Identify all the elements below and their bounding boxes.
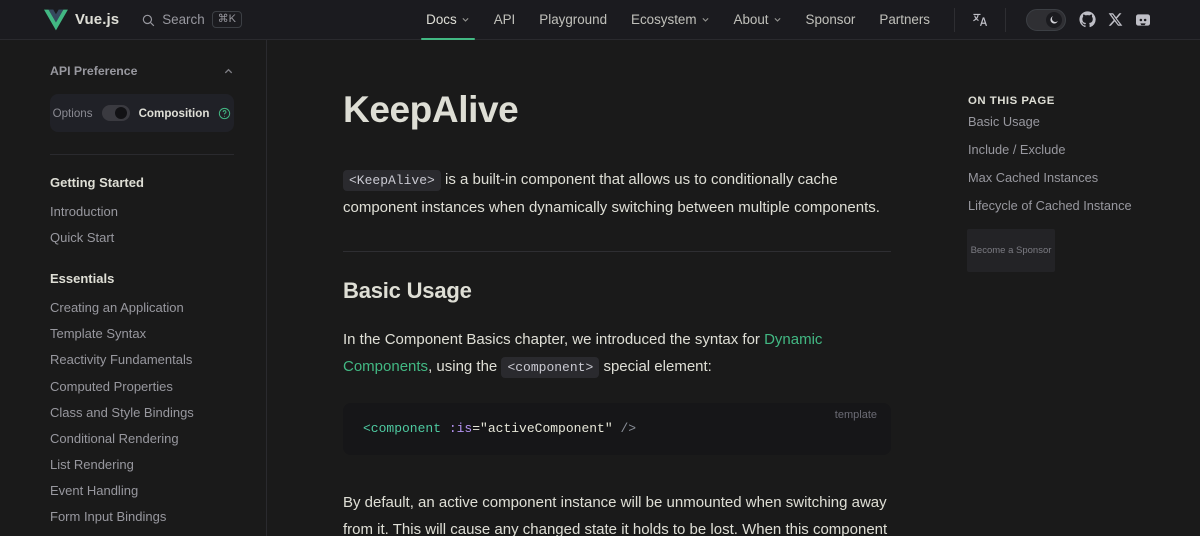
basic-usage-paragraph: In the Component Basics chapter, we intr…: [343, 326, 891, 381]
nav-item-api-label: API: [493, 12, 516, 27]
sidebar-item-creating-an-application[interactable]: Creating an Application: [50, 294, 234, 320]
sidebar-item-template-syntax[interactable]: Template Syntax: [50, 321, 234, 347]
outline-link-lifecycle-of-cached-instance[interactable]: Lifecycle of Cached Instance: [967, 191, 1200, 219]
become-a-sponsor-label: Become a Sponsor: [970, 245, 1052, 256]
nav-item-docs[interactable]: Docs: [414, 0, 482, 40]
top-navbar: Vue.js Search ⌘K Docs API Playground Eco…: [0, 0, 1200, 40]
github-link[interactable]: [1074, 7, 1100, 33]
code-token-punctuation: />: [612, 421, 637, 437]
search-button[interactable]: Search ⌘K: [141, 11, 243, 28]
default-behavior-paragraph: By default, an active component instance…: [343, 494, 888, 536]
github-icon: [1078, 11, 1096, 28]
code-token-string: ="activeComponent": [472, 421, 613, 437]
search-icon: [142, 14, 155, 26]
nav-item-about-label: About: [733, 12, 769, 27]
api-preference-switch[interactable]: [101, 105, 130, 121]
code-block-language: template: [834, 409, 877, 422]
become-a-sponsor-banner[interactable]: Become a Sponsor: [967, 229, 1055, 272]
inline-code-component: <component>: [501, 357, 600, 379]
sidebar: API Preference Options Composition Getti…: [0, 40, 267, 536]
main-content: KeepAlive <KeepAlive> is a built-in comp…: [267, 40, 967, 536]
code-block: template <component :is="activeComponent…: [343, 403, 891, 456]
sidebar-item-reactivity-fundamentals[interactable]: Reactivity Fundamentals: [50, 347, 234, 373]
search-label: Search: [162, 12, 205, 27]
para-text-tail: special element:: [599, 358, 712, 376]
nav-item-partners-label: Partners: [879, 12, 930, 27]
sidebar-item-introduction[interactable]: Introduction: [50, 198, 234, 224]
brand-name: Vue.js: [75, 11, 120, 28]
nav-item-ecosystem-label: Ecosystem: [631, 12, 697, 27]
chevron-down-icon: [462, 17, 469, 22]
sidebar-item-list-rendering[interactable]: List Rendering: [50, 452, 234, 478]
page-title: KeepAlive: [343, 89, 519, 130]
nav-item-ecosystem[interactable]: Ecosystem: [619, 0, 721, 40]
intro-paragraph: <KeepAlive> is a built-in component that…: [343, 166, 891, 221]
api-preference-header[interactable]: API Preference: [50, 64, 234, 82]
api-preference-switch-knob: [114, 107, 127, 119]
x-twitter-icon: [1108, 13, 1122, 26]
nav-item-partners[interactable]: Partners: [867, 0, 942, 40]
nav-item-sponsor-label: Sponsor: [805, 12, 856, 27]
dark-mode-toggle[interactable]: [1026, 8, 1066, 31]
discord-link[interactable]: [1130, 7, 1156, 33]
on-this-page-outline: ON THIS PAGE Basic Usage Include / Exclu…: [967, 40, 1200, 536]
x-twitter-link[interactable]: [1102, 7, 1128, 33]
navbar-divider-right: [1005, 7, 1006, 32]
para-text-before-link: In the Component Basics chapter, we intr…: [343, 331, 765, 349]
translate-icon: [972, 13, 987, 26]
sidebar-group-title: Getting Started: [50, 175, 144, 190]
section-divider: [343, 251, 891, 253]
navbar-divider-left: [954, 7, 955, 32]
navbar-left: Vue.js Search ⌘K: [0, 8, 243, 32]
inline-code-keepalive: <KeepAlive>: [343, 170, 441, 192]
sidebar-item-class-and-style-bindings[interactable]: Class and Style Bindings: [50, 399, 234, 425]
outline-link-basic-usage[interactable]: Basic Usage: [967, 107, 1200, 135]
outline-link-max-cached-instances[interactable]: Max Cached Instances: [967, 163, 1200, 191]
sidebar-item-event-handling[interactable]: Event Handling: [50, 478, 234, 504]
question-circle-icon[interactable]: [218, 107, 231, 120]
para-text-after-link: , using the: [428, 358, 502, 376]
code-token-tag: <component: [363, 421, 442, 437]
vue-logo-icon: [44, 9, 68, 30]
sidebar-divider: [50, 154, 234, 155]
discord-icon: [1136, 13, 1150, 26]
sidebar-item-lifecycle-hooks[interactable]: Lifecycle Hooks: [50, 530, 234, 536]
api-preference-title: API Preference: [50, 64, 138, 78]
api-preference-composition-label: Composition: [138, 106, 210, 120]
sidebar-item-conditional-rendering[interactable]: Conditional Rendering: [50, 425, 234, 451]
nav-item-playground[interactable]: Playground: [527, 0, 619, 40]
api-preference-options-label: Options: [52, 106, 93, 120]
moon-icon: [1050, 15, 1058, 24]
sidebar-item-quick-start[interactable]: Quick Start: [50, 224, 234, 250]
nav-item-about[interactable]: About: [722, 0, 794, 40]
translate-button[interactable]: [967, 7, 993, 33]
navbar-menu: Docs API Playground Ecosystem About Spon…: [414, 0, 1200, 40]
nav-item-playground-label: Playground: [539, 12, 608, 27]
sidebar-item-computed-properties[interactable]: Computed Properties: [50, 373, 234, 399]
sidebar-group-essentials: Essentials Creating an Application Templ…: [50, 271, 234, 536]
social-links: [1074, 7, 1200, 33]
section-title-basic-usage: Basic Usage: [343, 278, 472, 304]
nav-item-api[interactable]: API: [482, 0, 528, 40]
brand-home-link[interactable]: Vue.js: [44, 8, 119, 32]
nav-item-sponsor[interactable]: Sponsor: [794, 0, 868, 40]
dark-mode-toggle-knob: [1046, 11, 1062, 28]
sidebar-item-form-input-bindings[interactable]: Form Input Bindings: [50, 504, 234, 530]
on-this-page-title: ON THIS PAGE: [968, 95, 1055, 107]
code-token-attr: :is: [448, 421, 473, 437]
nav-item-docs-label: Docs: [426, 12, 457, 27]
outline-link-include-exclude[interactable]: Include / Exclude: [967, 135, 1200, 163]
chevron-up-icon: [224, 68, 233, 73]
sidebar-group-title: Essentials: [50, 271, 115, 287]
chevron-down-icon: [773, 17, 781, 22]
api-preference-switcher[interactable]: Options Composition: [50, 94, 234, 132]
chevron-down-icon: [701, 17, 709, 22]
code-block-content[interactable]: <component :is="activeComponent" />: [363, 419, 867, 439]
sidebar-group-getting-started: Getting Started Introduction Quick Start: [50, 175, 234, 250]
search-shortcut-kbd: ⌘K: [211, 11, 243, 28]
